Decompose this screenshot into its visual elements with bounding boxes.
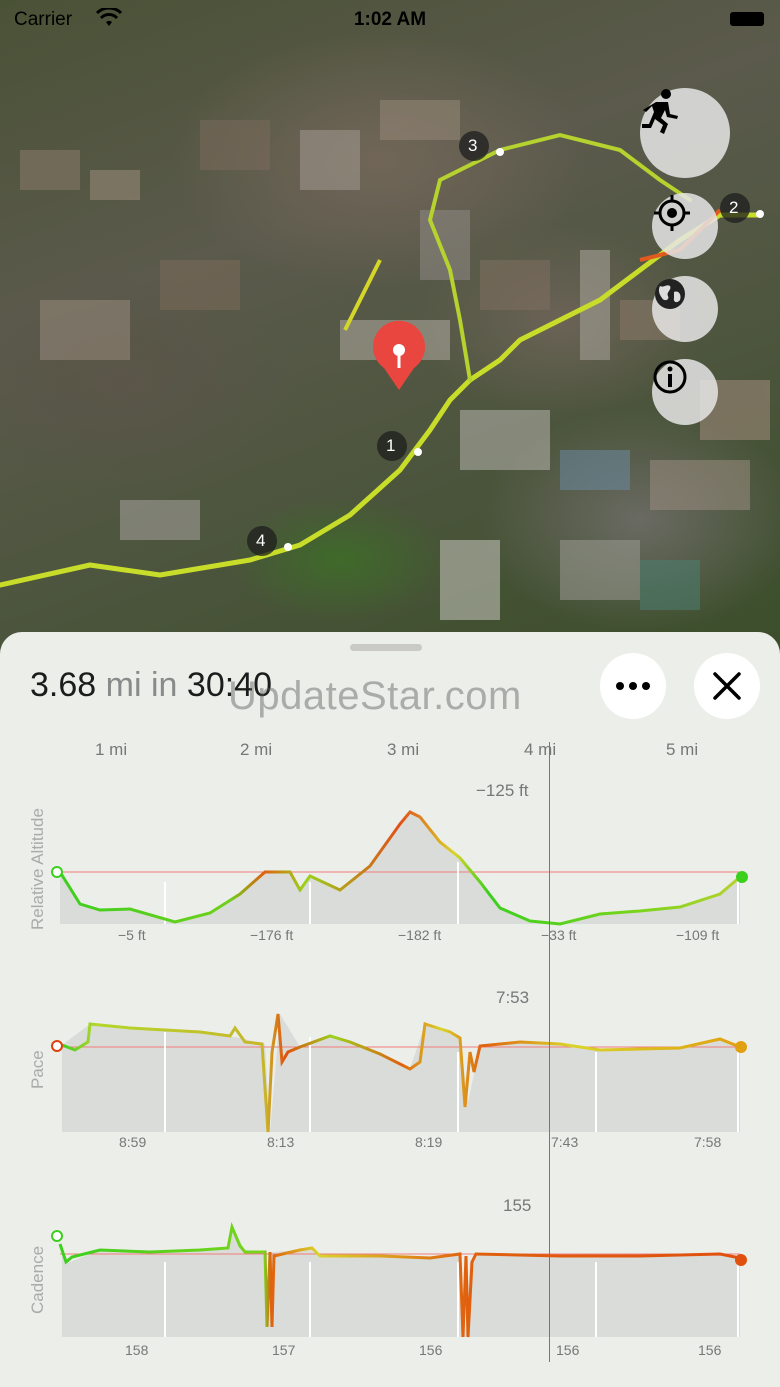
map-style-button[interactable] [652, 276, 718, 342]
running-figure-icon [642, 89, 678, 134]
locate-button[interactable] [652, 193, 718, 259]
altitude-segment-value: −33 ft [541, 927, 577, 943]
waypoint-2-label: 2 [729, 198, 739, 217]
cadence-chart [51, 1221, 747, 1338]
altitude-end-dot [736, 871, 748, 883]
cadence-axis-label: Cadence [28, 1245, 47, 1314]
pace-area [62, 1014, 740, 1132]
pace-segment-value: 8:13 [267, 1134, 295, 1150]
pace-chart [51, 1013, 747, 1133]
cadence-segment-value: 156 [698, 1342, 722, 1358]
charts-canvas [51, 810, 748, 1338]
pace-segment-value: 8:59 [119, 1134, 147, 1150]
pace-top-value: 7:53 [496, 988, 530, 1007]
waypoint-3[interactable] [459, 131, 504, 161]
cadence-top-value: 155 [503, 1196, 532, 1215]
altitude-start-dot [51, 866, 63, 878]
pace-end-dot [735, 1041, 747, 1053]
workout-detail-sheet[interactable]: 3.68 mi in 30:40 UpdateStar.com 1 mi 2 m… [0, 632, 780, 1387]
altitude-axis-label: Relative Altitude [28, 808, 47, 930]
cadence-end-dot [735, 1254, 747, 1266]
cadence-segment-value: 156 [556, 1342, 580, 1358]
globe-icon [655, 279, 685, 309]
altitude-area [60, 812, 740, 924]
location-pin-icon[interactable] [373, 320, 426, 390]
altitude-segment-value: −5 ft [118, 927, 146, 943]
pace-segment-value: 7:43 [551, 1134, 579, 1150]
pace-segment-value: 7:58 [694, 1134, 722, 1150]
altitude-chart [51, 810, 748, 926]
scrub-cursor-line[interactable] [549, 742, 550, 1362]
pace-segment-value: 8:19 [415, 1134, 443, 1150]
altitude-segment-value: −109 ft [676, 927, 720, 943]
altitude-segment-value: −176 ft [250, 927, 294, 943]
cadence-start-dot [51, 1230, 63, 1242]
activity-mode-button[interactable] [640, 88, 730, 178]
altitude-top-value: −125 ft [476, 781, 529, 800]
pace-start-dot [51, 1040, 63, 1052]
cadence-segment-value: 157 [272, 1342, 296, 1358]
altitude-segment-value: −182 ft [398, 927, 442, 943]
status-time: 1:02 AM [353, 9, 427, 30]
pace-axis-label: Pace [28, 1050, 47, 1089]
status-bar: Carrier 1:02 AM [0, 0, 780, 40]
waypoint-3-label: 3 [468, 136, 478, 155]
cadence-segment-value: 158 [125, 1342, 149, 1358]
cadence-segment-value: 156 [419, 1342, 443, 1358]
waypoint-4-label: 4 [256, 531, 266, 550]
cadence-area [62, 1227, 740, 1337]
waypoint-2[interactable] [720, 193, 764, 223]
waypoint-1-label: 1 [386, 436, 396, 455]
map-view[interactable]: 1 2 3 4 [0, 0, 780, 660]
battery-icon [730, 12, 764, 26]
locate-icon [654, 195, 690, 231]
info-icon [653, 360, 687, 394]
info-button[interactable] [652, 359, 718, 425]
